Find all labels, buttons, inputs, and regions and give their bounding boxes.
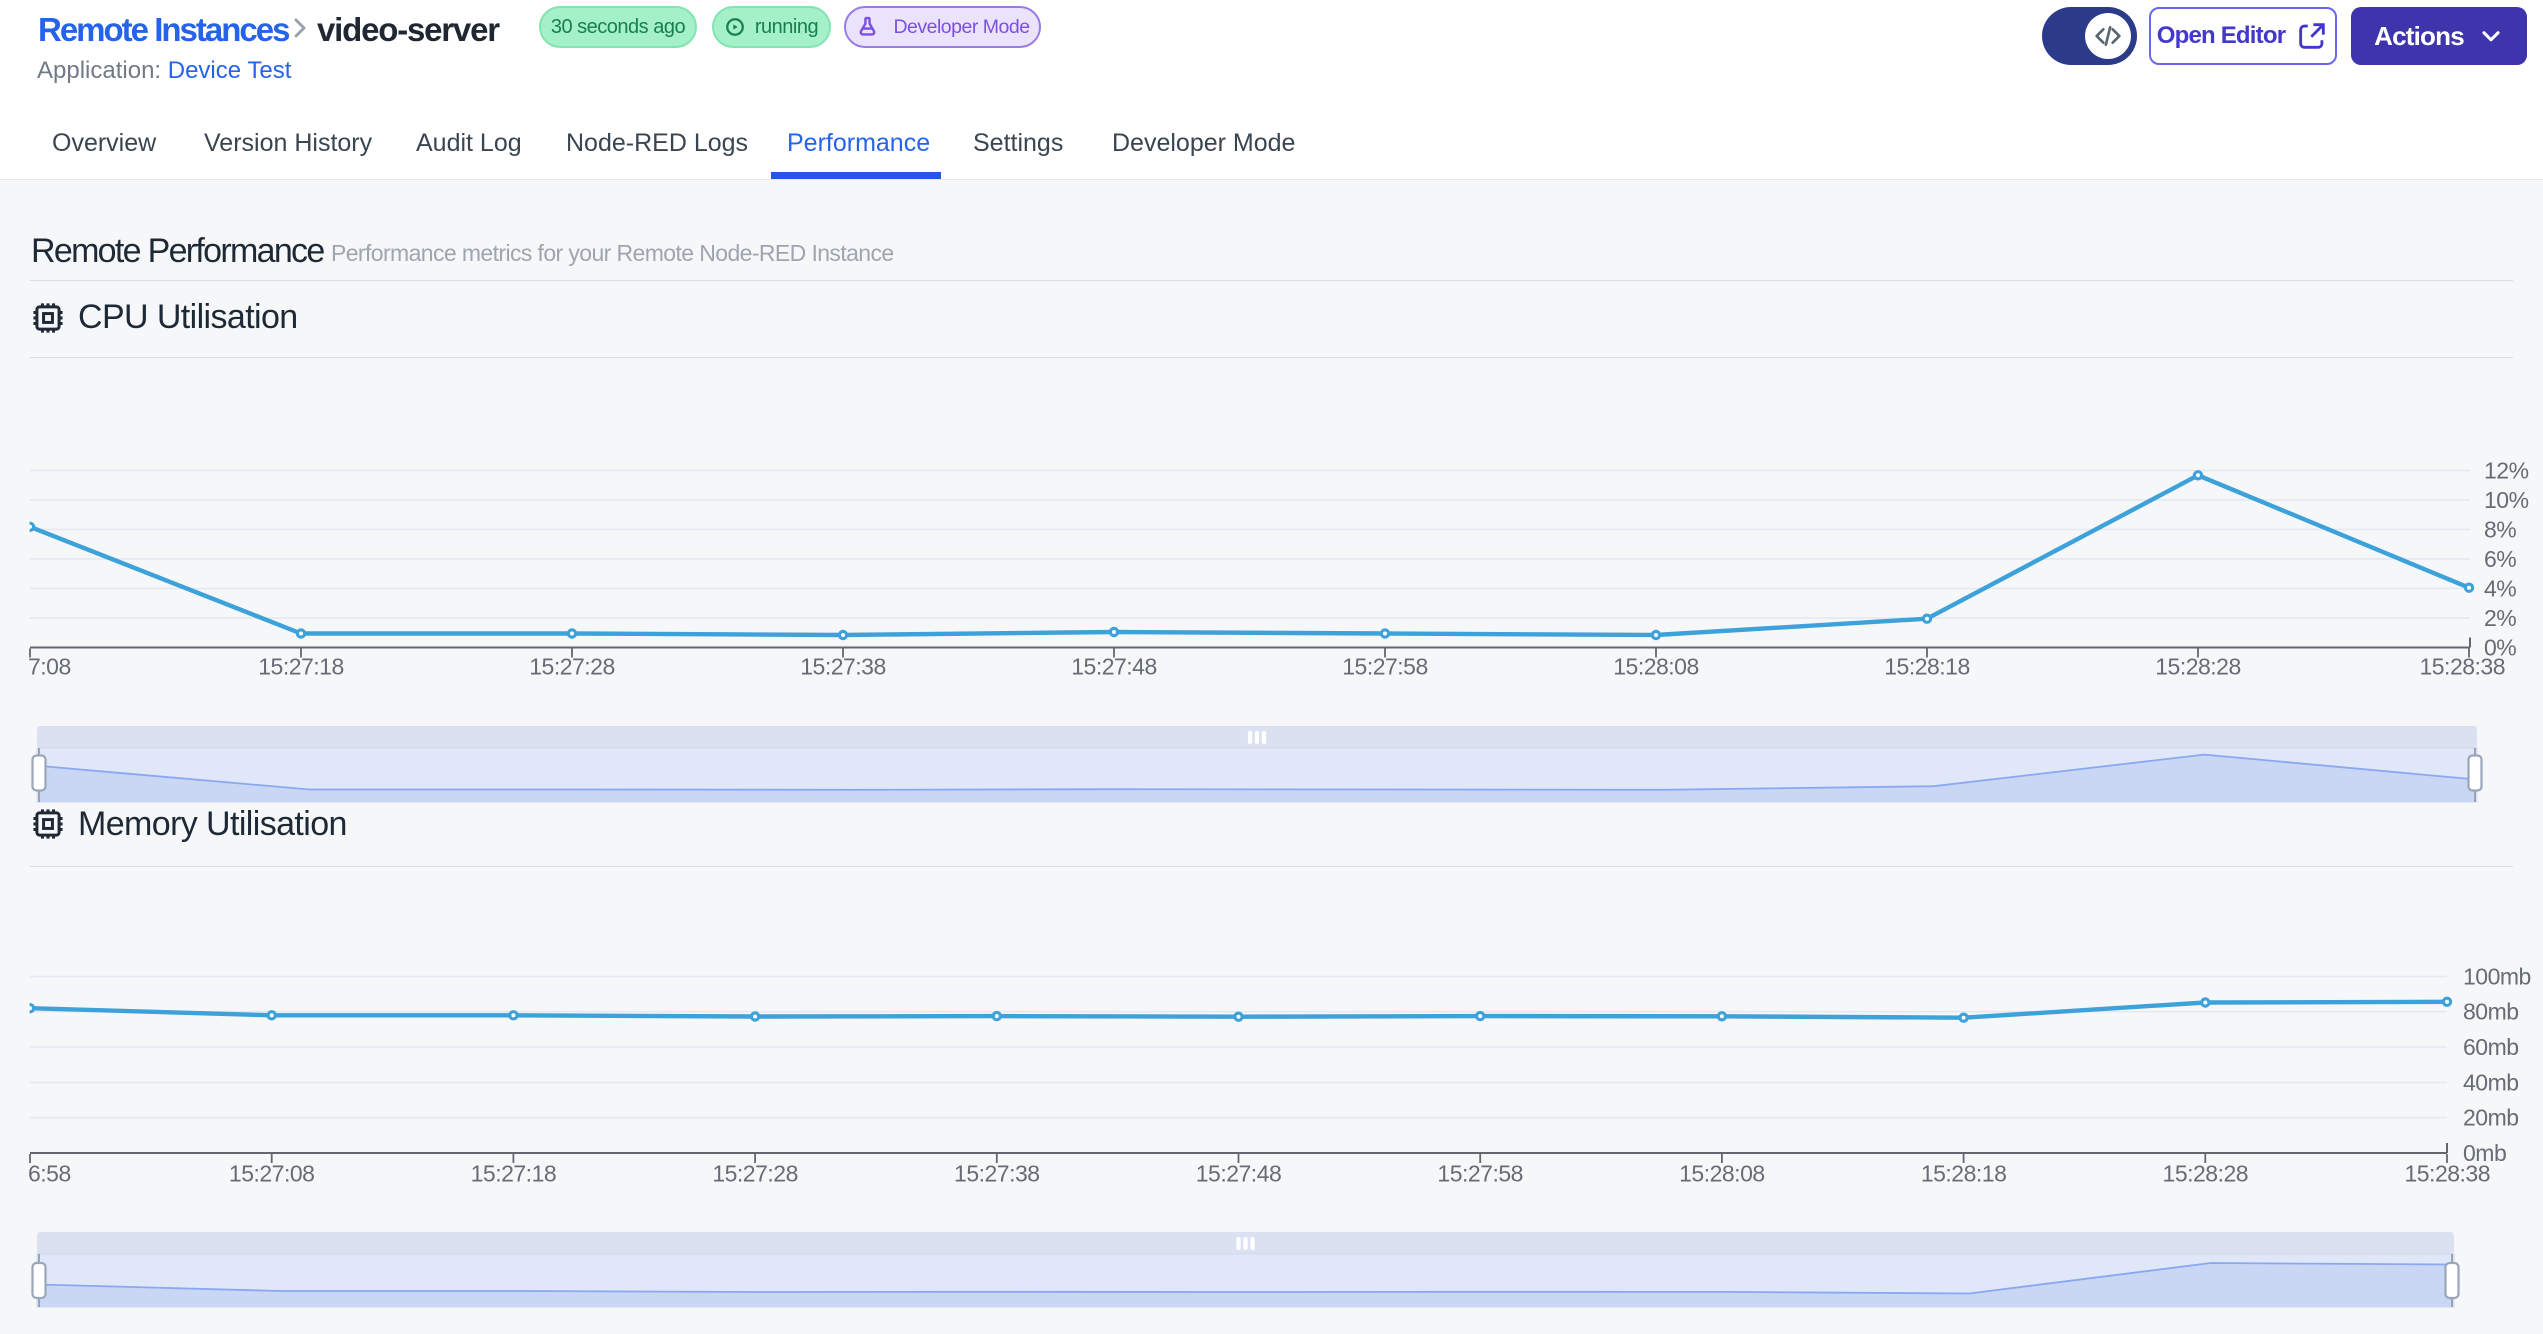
svg-text:15:27:18: 15:27:18 xyxy=(258,654,344,680)
svg-text:15:27:38: 15:27:38 xyxy=(954,1161,1040,1187)
svg-text:100mb: 100mb xyxy=(2463,963,2531,989)
svg-text:15:27:48: 15:27:48 xyxy=(1071,654,1157,680)
svg-text:6%: 6% xyxy=(2484,546,2516,572)
svg-text:15:28:18: 15:28:18 xyxy=(1884,654,1970,680)
svg-text:0%: 0% xyxy=(2484,635,2516,661)
svg-text:60mb: 60mb xyxy=(2463,1034,2519,1060)
svg-text:15:28:18: 15:28:18 xyxy=(1921,1161,2007,1187)
svg-text:15:27:48: 15:27:48 xyxy=(1196,1161,1282,1187)
svg-text:8%: 8% xyxy=(2484,516,2516,542)
svg-text:20mb: 20mb xyxy=(2463,1105,2519,1131)
svg-text:40mb: 40mb xyxy=(2463,1069,2519,1095)
svg-text:15:27:18: 15:27:18 xyxy=(471,1161,557,1187)
svg-text:7:08: 7:08 xyxy=(28,654,71,680)
svg-text:15:27:28: 15:27:28 xyxy=(712,1161,798,1187)
svg-text:15:27:28: 15:27:28 xyxy=(529,654,615,680)
svg-text:6:58: 6:58 xyxy=(28,1161,71,1187)
svg-text:12%: 12% xyxy=(2484,457,2529,483)
svg-text:15:27:58: 15:27:58 xyxy=(1342,654,1428,680)
svg-text:4%: 4% xyxy=(2484,576,2516,602)
svg-text:2%: 2% xyxy=(2484,605,2516,631)
svg-text:15:28:08: 15:28:08 xyxy=(1613,654,1699,680)
svg-text:15:27:38: 15:27:38 xyxy=(800,654,886,680)
svg-text:15:28:28: 15:28:28 xyxy=(2163,1161,2249,1187)
svg-text:80mb: 80mb xyxy=(2463,999,2519,1025)
svg-text:10%: 10% xyxy=(2484,487,2529,513)
svg-text:15:28:28: 15:28:28 xyxy=(2155,654,2241,680)
svg-text:15:27:08: 15:27:08 xyxy=(229,1161,315,1187)
svg-text:15:27:58: 15:27:58 xyxy=(1437,1161,1523,1187)
svg-text:15:28:08: 15:28:08 xyxy=(1679,1161,1765,1187)
svg-text:0mb: 0mb xyxy=(2463,1140,2506,1166)
